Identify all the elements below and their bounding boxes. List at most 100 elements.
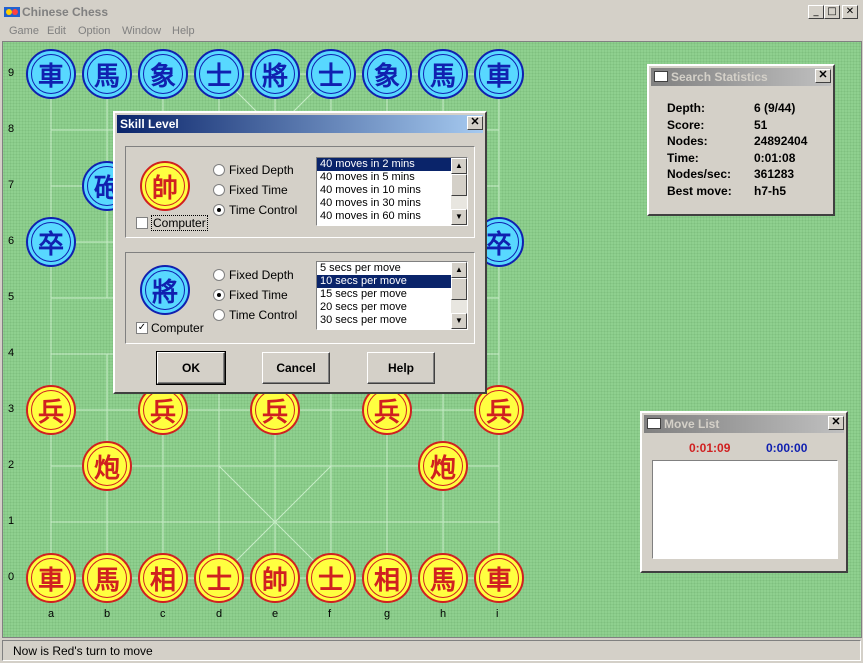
red-list-scrollbar[interactable]: ▲ ▼ — [451, 158, 467, 225]
search-statistics-titlebar: Search Statistics — [651, 68, 831, 86]
maximize-button[interactable]: □ — [824, 5, 840, 19]
skill-level-close-button[interactable]: ✕ — [467, 116, 483, 130]
stat-label: Depth: — [667, 101, 705, 115]
rank-label: 7 — [8, 179, 15, 191]
black-piece[interactable]: 車 — [474, 49, 524, 99]
black-piece[interactable]: 車 — [26, 49, 76, 99]
ok-button[interactable]: OK — [156, 351, 226, 385]
list-item[interactable]: 40 moves in 5 mins — [317, 171, 467, 184]
black-computer-checkbox-box: ✓ — [136, 322, 148, 334]
file-label: d — [216, 608, 223, 620]
search-statistics-close-button[interactable]: ✕ — [815, 69, 831, 83]
red-computer-checkbox[interactable]: Computer — [136, 215, 208, 231]
cancel-button[interactable]: Cancel — [262, 352, 330, 384]
stat-label: Time: — [667, 150, 699, 165]
red-piece[interactable]: 馬 — [82, 553, 132, 603]
stat-label: Score: — [667, 117, 705, 132]
rank-label: 9 — [8, 67, 15, 79]
menu-bar: Game Edit Option Window Help — [0, 24, 863, 41]
red-radio-fixed-depth[interactable]: Fixed Depth — [213, 163, 294, 177]
move-list-close-button[interactable]: ✕ — [828, 416, 844, 430]
file-label: i — [496, 608, 499, 620]
black-piece[interactable]: 士 — [306, 49, 356, 99]
red-piece[interactable]: 炮 — [418, 441, 468, 491]
scroll-thumb[interactable] — [451, 174, 467, 196]
search-statistics-title: Search Statistics — [671, 70, 768, 84]
red-piece[interactable]: 相 — [362, 553, 412, 603]
window-title: Chinese Chess — [22, 5, 109, 19]
menu-edit[interactable]: Edit — [47, 25, 66, 37]
black-list-scrollbar[interactable]: ▲ ▼ — [451, 262, 467, 329]
move-list-box[interactable] — [652, 460, 838, 559]
file-label: c — [160, 608, 166, 620]
black-computer-checkbox[interactable]: ✓ Computer — [136, 321, 204, 335]
help-button[interactable]: Help — [367, 352, 435, 384]
menu-game[interactable]: Game — [9, 25, 39, 37]
black-radio-fixed-time[interactable]: Fixed Time — [213, 288, 288, 302]
file-label: f — [328, 608, 332, 620]
red-piece[interactable]: 馬 — [418, 553, 468, 603]
black-settings-group: 將 ✓ Computer Fixed Depth Fixed Time Time… — [125, 252, 475, 344]
file-label: h — [440, 608, 447, 620]
list-item[interactable]: 15 secs per move — [317, 288, 467, 301]
red-computer-checkbox-box — [136, 217, 148, 229]
red-piece[interactable]: 士 — [194, 553, 244, 603]
close-button[interactable]: ✕ — [842, 5, 858, 19]
black-time-listbox[interactable]: 5 secs per move 10 secs per move 15 secs p… — [316, 261, 468, 330]
black-radio-fixed-depth[interactable]: Fixed Depth — [213, 268, 294, 282]
menu-window[interactable]: Window — [122, 25, 161, 37]
app-icon — [4, 7, 20, 17]
black-radio-time-control[interactable]: Time Control — [213, 308, 297, 322]
list-item[interactable]: 20 secs per move — [317, 301, 467, 314]
red-piece[interactable]: 相 — [138, 553, 188, 603]
file-label: g — [384, 608, 391, 620]
rank-label: 5 — [8, 291, 15, 303]
red-piece[interactable]: 車 — [26, 553, 76, 603]
rank-label: 2 — [8, 459, 15, 471]
stat-label: Best move: — [667, 183, 732, 198]
red-piece[interactable]: 炮 — [82, 441, 132, 491]
black-piece[interactable]: 卒 — [26, 217, 76, 267]
list-item[interactable]: 40 moves in 2 mins — [317, 158, 467, 171]
stat-value: h7-h5 — [754, 183, 787, 198]
rank-label: 3 — [8, 403, 15, 415]
scroll-thumb[interactable] — [451, 278, 467, 300]
red-piece[interactable]: 士 — [306, 553, 356, 603]
scroll-down-icon[interactable]: ▼ — [451, 209, 467, 225]
move-list-titlebar: Move List — [644, 415, 844, 433]
scroll-down-icon[interactable]: ▼ — [451, 313, 467, 329]
list-item[interactable]: 10 secs per move — [317, 275, 467, 288]
minimize-button[interactable]: _ — [808, 5, 824, 19]
red-radio-fixed-time[interactable]: Fixed Time — [213, 183, 288, 197]
list-item[interactable]: 40 moves in 60 mins — [317, 210, 467, 223]
black-piece[interactable]: 士 — [194, 49, 244, 99]
red-radio-time-control[interactable]: Time Control — [213, 203, 297, 217]
list-item[interactable]: 30 secs per move — [317, 314, 467, 327]
red-piece[interactable]: 車 — [474, 553, 524, 603]
rank-label: 6 — [8, 235, 15, 247]
move-list-title: Move List — [664, 417, 720, 431]
status-text: Now is Red's turn to move — [13, 644, 153, 658]
red-general-piece: 帥 — [140, 161, 190, 211]
scroll-up-icon[interactable]: ▲ — [451, 158, 467, 174]
red-piece[interactable]: 帥 — [250, 553, 300, 603]
skill-level-dialog: Skill Level ✕ 帥 Computer Fixed Depth Fix… — [113, 111, 487, 394]
list-item[interactable]: 40 moves in 10 mins — [317, 184, 467, 197]
red-piece[interactable]: 兵 — [26, 385, 76, 435]
red-time-listbox[interactable]: 40 moves in 2 mins 40 moves in 5 mins 40 m… — [316, 157, 468, 226]
list-item[interactable]: 5 secs per move — [317, 262, 467, 275]
menu-option[interactable]: Option — [78, 25, 110, 37]
black-piece[interactable]: 象 — [138, 49, 188, 99]
black-piece[interactable]: 將 — [250, 49, 300, 99]
stat-value: 0:01:08 — [754, 150, 796, 165]
scroll-up-icon[interactable]: ▲ — [451, 262, 467, 278]
list-item[interactable]: 40 moves in 30 mins — [317, 197, 467, 210]
black-piece[interactable]: 馬 — [82, 49, 132, 99]
stat-label: Nodes/sec: — [667, 167, 732, 181]
black-piece[interactable]: 象 — [362, 49, 412, 99]
red-timer: 0:01:09 — [689, 441, 731, 455]
rank-label: 0 — [8, 571, 15, 583]
black-piece[interactable]: 馬 — [418, 49, 468, 99]
rank-label: 4 — [8, 347, 15, 359]
menu-help[interactable]: Help — [172, 25, 195, 37]
